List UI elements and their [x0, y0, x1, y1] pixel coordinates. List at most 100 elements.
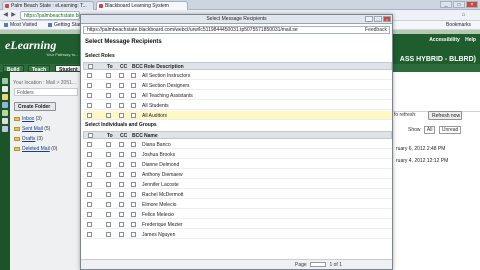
forward-icon[interactable]: ▶: [10, 12, 17, 19]
close-icon[interactable]: ×: [466, 1, 478, 8]
mail-folder-deleted[interactable]: Deleted Mail (0): [14, 146, 57, 152]
mail-folder-drafts[interactable]: Drafts (3): [14, 136, 43, 142]
bcc-checkbox[interactable]: [131, 212, 136, 217]
accessibility-link[interactable]: Accessibility: [429, 37, 460, 43]
cc-checkbox[interactable]: [119, 202, 124, 207]
minimize-icon[interactable]: _: [440, 1, 452, 8]
cc-checkbox[interactable]: [119, 113, 124, 118]
bcc-checkbox[interactable]: [131, 172, 136, 177]
select-checkbox[interactable]: [87, 192, 92, 197]
refresh-now-button[interactable]: Refresh now: [428, 111, 462, 120]
bcc-checkbox[interactable]: [131, 83, 136, 88]
cc-checkbox[interactable]: [119, 182, 124, 187]
select-checkbox[interactable]: [87, 83, 92, 88]
help-link[interactable]: Help: [465, 37, 476, 43]
select-checkbox[interactable]: [87, 113, 92, 118]
tab-teach[interactable]: Teach: [28, 65, 51, 73]
cc-checkbox[interactable]: [119, 232, 124, 237]
to-checkbox[interactable]: [106, 142, 111, 147]
tab-build[interactable]: Build: [3, 65, 24, 73]
cc-checkbox[interactable]: [119, 83, 124, 88]
bcc-checkbox[interactable]: [131, 182, 136, 187]
home-icon[interactable]: ⌂: [460, 12, 467, 19]
to-checkbox[interactable]: [106, 93, 111, 98]
to-checkbox[interactable]: [106, 83, 111, 88]
to-checkbox[interactable]: [106, 192, 111, 197]
create-folder-button[interactable]: Create Folder: [14, 102, 56, 111]
select-checkbox[interactable]: [87, 172, 92, 177]
cc-checkbox[interactable]: [119, 103, 124, 108]
tool-icon[interactable]: [2, 94, 8, 100]
page-select[interactable]: [310, 262, 327, 268]
select-checkbox[interactable]: [87, 93, 92, 98]
to-checkbox[interactable]: [106, 222, 111, 227]
to-checkbox[interactable]: [106, 172, 111, 177]
select-checkbox[interactable]: [87, 142, 92, 147]
table-row: Frederique Mezier: [83, 220, 392, 229]
tool-icon[interactable]: [2, 126, 8, 132]
browser-tab-blackboard[interactable]: Blackboard Learning System: [96, 1, 188, 10]
select-checkbox[interactable]: [87, 222, 92, 227]
bcc-checkbox[interactable]: [131, 192, 136, 197]
bcc-checkbox[interactable]: [131, 73, 136, 78]
cc-checkbox[interactable]: [119, 172, 124, 177]
to-checkbox[interactable]: [106, 232, 111, 237]
cc-checkbox[interactable]: [119, 152, 124, 157]
address-bar[interactable]: https://palmbeachstate.blackboard.com/we…: [20, 11, 80, 20]
cc-checkbox[interactable]: [119, 142, 124, 147]
minimize-icon[interactable]: _: [365, 16, 373, 22]
select-all-roles-checkbox[interactable]: [88, 64, 93, 69]
select-checkbox[interactable]: [87, 202, 92, 207]
browser-tab-elearning[interactable]: Palm Beach State : eLearning: T...: [2, 1, 94, 10]
mail-folder-inbox[interactable]: Inbox (3): [14, 116, 42, 122]
home-tool-icon[interactable]: [2, 78, 8, 84]
to-checkbox[interactable]: [106, 182, 111, 187]
select-checkbox[interactable]: [87, 182, 92, 187]
select-checkbox[interactable]: [87, 103, 92, 108]
cc-checkbox[interactable]: [119, 212, 124, 217]
back-icon[interactable]: ◀: [2, 12, 9, 19]
bookmarks-menu[interactable]: Bookmarks: [446, 22, 471, 28]
cc-checkbox[interactable]: [119, 73, 124, 78]
tool-icon[interactable]: [2, 118, 8, 124]
maximize-icon[interactable]: □: [374, 16, 382, 22]
to-checkbox[interactable]: [106, 113, 111, 118]
show-select[interactable]: All: [423, 126, 436, 134]
bcc-checkbox[interactable]: [131, 93, 136, 98]
bcc-checkbox[interactable]: [131, 162, 136, 167]
select-checkbox[interactable]: [87, 212, 92, 217]
bcc-checkbox[interactable]: [131, 142, 136, 147]
tab-student[interactable]: Student: [55, 65, 82, 73]
cc-checkbox[interactable]: [119, 192, 124, 197]
select-checkbox[interactable]: [87, 73, 92, 78]
maximize-icon[interactable]: □: [453, 1, 465, 8]
cc-checkbox[interactable]: [119, 162, 124, 167]
close-icon[interactable]: ×: [383, 16, 391, 22]
cc-checkbox[interactable]: [119, 93, 124, 98]
bcc-checkbox[interactable]: [131, 202, 136, 207]
bcc-checkbox[interactable]: [131, 103, 136, 108]
bcc-checkbox[interactable]: [131, 113, 136, 118]
select-checkbox[interactable]: [87, 152, 92, 157]
unread-select[interactable]: Unread: [438, 126, 462, 134]
bookmark-getting-started[interactable]: Getting Star: [48, 22, 81, 28]
tool-icon[interactable]: [2, 86, 8, 92]
to-checkbox[interactable]: [106, 103, 111, 108]
tool-icon[interactable]: [2, 110, 8, 116]
bcc-checkbox[interactable]: [131, 232, 136, 237]
bcc-checkbox[interactable]: [131, 222, 136, 227]
to-checkbox[interactable]: [106, 212, 111, 217]
tool-icon[interactable]: [2, 102, 8, 108]
to-checkbox[interactable]: [106, 73, 111, 78]
select-checkbox[interactable]: [87, 162, 92, 167]
mail-folder-sent[interactable]: Sent Mail (5): [14, 126, 50, 132]
to-checkbox[interactable]: [106, 152, 111, 157]
bookmark-most-visited[interactable]: Most Visited: [4, 22, 37, 28]
cc-checkbox[interactable]: [119, 222, 124, 227]
feedback-button[interactable]: Feedback: [365, 27, 387, 33]
to-checkbox[interactable]: [106, 162, 111, 167]
to-checkbox[interactable]: [106, 202, 111, 207]
select-checkbox[interactable]: [87, 232, 92, 237]
bcc-checkbox[interactable]: [131, 152, 136, 157]
select-all-individuals-checkbox[interactable]: [88, 133, 93, 138]
